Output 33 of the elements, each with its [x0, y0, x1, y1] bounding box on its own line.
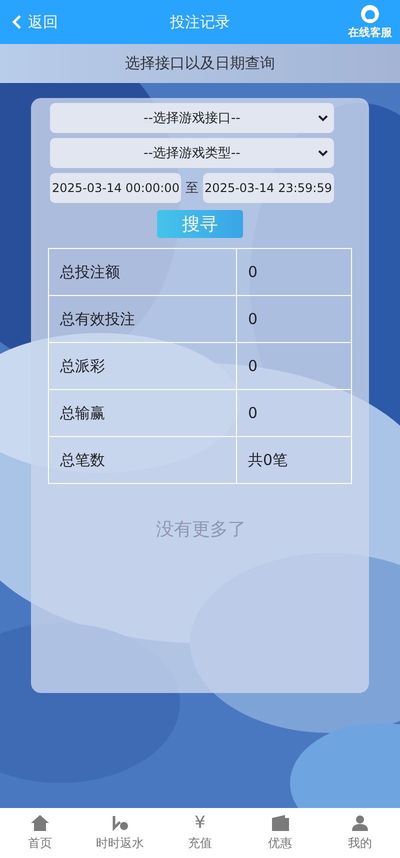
- yen-icon: ¥: [194, 814, 206, 830]
- table-cell: 总投注额: [48, 248, 236, 296]
- table-cell: 0: [236, 342, 352, 390]
- subheader-text: 选择接口以及日期查询: [125, 54, 275, 73]
- nav-tab[interactable]: 我的: [320, 808, 400, 858]
- rebate-icon: [111, 814, 129, 830]
- home-icon: [31, 814, 49, 830]
- customer-service-button[interactable]: 在线客服: [348, 4, 392, 40]
- table-cell: 共0笔: [236, 436, 352, 484]
- page-title: 投注记录: [170, 12, 230, 32]
- dropdown-field[interactable]: --选择游戏接口--: [50, 103, 334, 133]
- back-button[interactable]: 返回: [12, 12, 58, 32]
- table-cell: 0: [236, 248, 352, 296]
- chevron-down-icon: [318, 114, 328, 122]
- nav-tab[interactable]: 时时返水: [80, 808, 160, 858]
- date-separator: 至: [186, 180, 198, 197]
- user-icon: [352, 814, 368, 830]
- start-date-field[interactable]: 2025-03-14 00:00:00: [50, 173, 182, 203]
- table-cell: 0: [236, 390, 352, 436]
- wallet-icon: [271, 814, 289, 830]
- table-cell: 0: [236, 296, 352, 342]
- nav-tab[interactable]: ¥ 充值: [160, 808, 240, 858]
- search-button[interactable]: 搜寻: [157, 210, 243, 238]
- table-cell: 总笔数: [48, 436, 236, 484]
- table-cell: 总输赢: [48, 390, 236, 436]
- empty-message: 没有更多了: [156, 518, 246, 541]
- end-date-field[interactable]: 2025-03-14 23:59:59: [202, 173, 334, 203]
- table-cell: 总有效投注: [48, 296, 236, 342]
- nav-tab[interactable]: 优惠: [240, 808, 320, 858]
- dropdown-field[interactable]: --选择游戏类型--: [50, 138, 334, 168]
- table-cell: 总派彩: [48, 342, 236, 390]
- nav-tab[interactable]: 首页: [0, 808, 80, 858]
- chevron-down-icon: [318, 149, 328, 157]
